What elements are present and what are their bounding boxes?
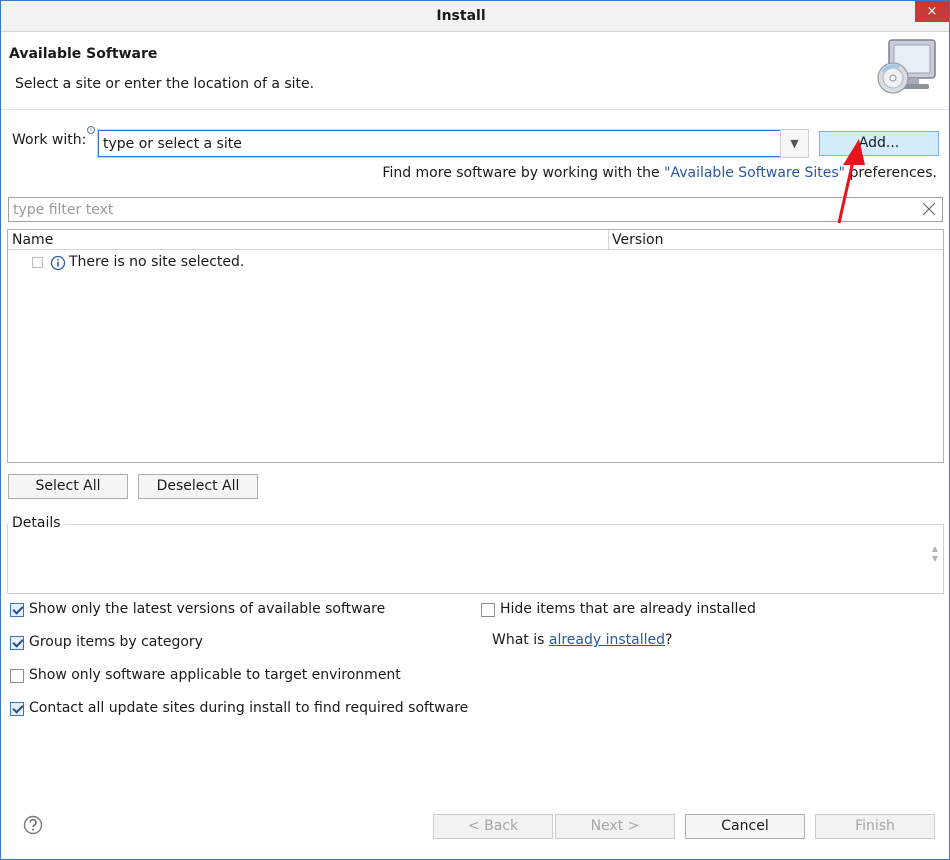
finish-button[interactable]: Finish <box>815 814 935 839</box>
group-by-category-checkbox[interactable] <box>10 636 24 650</box>
info-marker-icon: i <box>87 126 95 134</box>
details-label: Details <box>12 515 61 531</box>
installed-q-prefix: What is <box>492 632 549 648</box>
add-site-button[interactable]: Add... <box>819 131 939 156</box>
work-with-input[interactable] <box>98 130 782 157</box>
filter-box[interactable] <box>8 197 943 222</box>
info-icon <box>50 255 66 271</box>
column-name[interactable]: Name <box>12 232 53 248</box>
available-software-sites-link[interactable]: "Available Software Sites" <box>664 165 845 181</box>
back-button[interactable]: < Back <box>433 814 553 839</box>
target-environment-label: Show only software applicable to target … <box>29 667 401 683</box>
next-button[interactable]: Next > <box>555 814 675 839</box>
work-with-combo[interactable]: ▼ <box>97 129 809 158</box>
select-all-button[interactable]: Select All <box>8 474 128 499</box>
deselect-all-button[interactable]: Deselect All <box>138 474 258 499</box>
target-environment-checkbox[interactable] <box>10 669 24 683</box>
close-icon: × <box>926 4 938 19</box>
cancel-button[interactable]: Cancel <box>685 814 805 839</box>
contact-sites-label: Contact all update sites during install … <box>29 700 469 716</box>
clear-filter-icon[interactable] <box>920 200 938 218</box>
work-with-label: Work with: <box>12 132 87 148</box>
already-installed-question: What is already installed? <box>492 632 672 648</box>
find-more-prefix: Find more software by working with the <box>382 165 665 181</box>
tree-header: Name Version <box>8 230 943 250</box>
details-area: ▲ ▼ <box>7 524 944 594</box>
window-title: Install <box>436 8 486 24</box>
no-site-message: There is no site selected. <box>69 254 245 270</box>
help-icon[interactable] <box>23 815 43 835</box>
close-button[interactable]: × <box>915 1 949 22</box>
already-installed-link[interactable]: already installed <box>549 632 665 648</box>
monitor-cd-icon <box>877 39 936 94</box>
latest-versions-checkbox[interactable] <box>10 603 24 617</box>
find-more-software-text: Find more software by working with the "… <box>382 165 937 181</box>
page-description: Select a site or enter the location of a… <box>15 76 315 92</box>
software-tree[interactable]: Name Version There is no site selected. <box>7 229 944 463</box>
contact-sites-checkbox[interactable] <box>10 702 24 716</box>
page-title: Available Software <box>9 46 158 62</box>
install-dialog: Install × Available Software Select a si… <box>0 0 950 860</box>
wizard-banner: Available Software Select a site or ente… <box>1 32 949 110</box>
column-version[interactable]: Version <box>612 232 663 248</box>
details-scroll-arrows-icon[interactable]: ▲ ▼ <box>930 544 940 572</box>
find-more-suffix: preferences. <box>845 165 938 181</box>
group-by-category-label: Group items by category <box>29 634 203 650</box>
row-checkbox[interactable] <box>32 257 43 268</box>
installed-q-suffix: ? <box>665 632 673 648</box>
hide-installed-label: Hide items that are already installed <box>500 601 756 617</box>
hide-installed-checkbox[interactable] <box>481 603 495 617</box>
latest-versions-label: Show only the latest versions of availab… <box>29 601 386 617</box>
details-divider <box>65 524 943 525</box>
filter-input[interactable] <box>9 198 909 221</box>
column-separator[interactable] <box>608 230 609 250</box>
title-bar: Install × <box>1 1 949 32</box>
dropdown-arrow-icon[interactable]: ▼ <box>780 130 808 157</box>
